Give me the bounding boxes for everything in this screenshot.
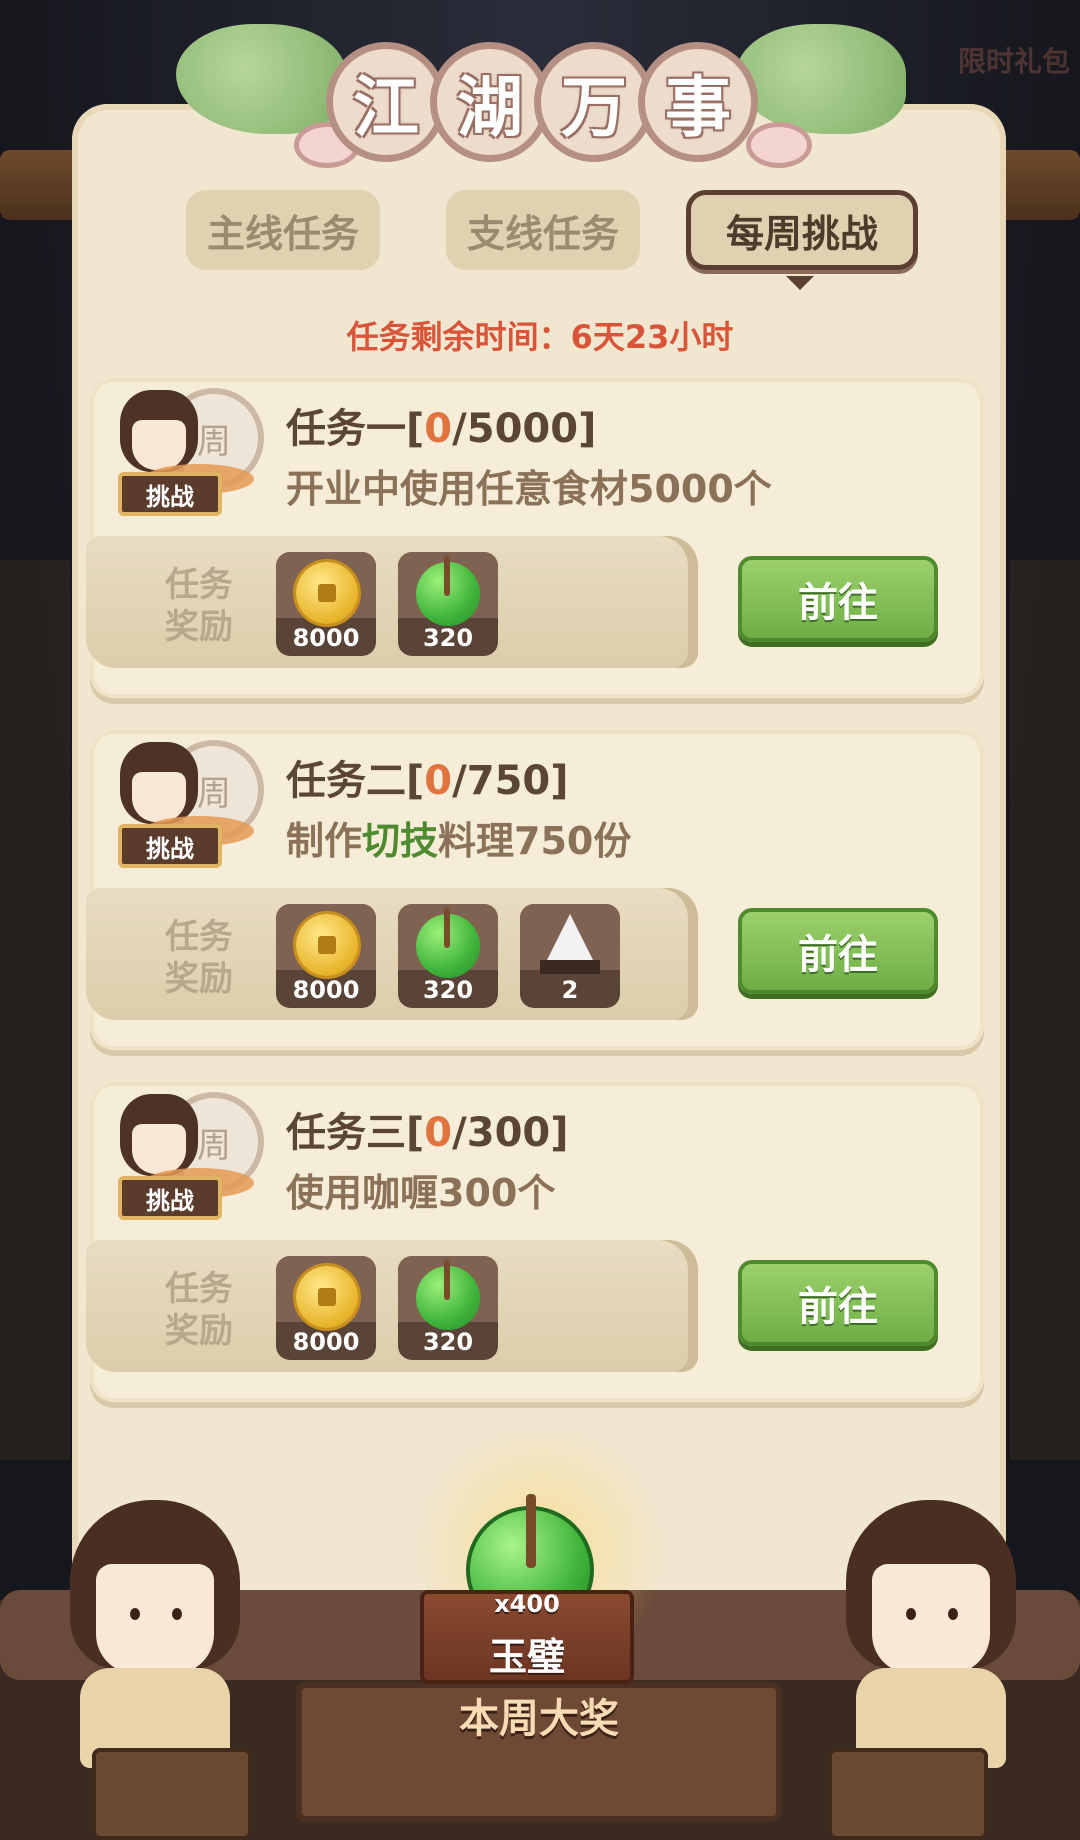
- tab-side-quests[interactable]: 支线任务: [446, 190, 640, 270]
- task-description: 开业中使用任意食材5000个: [286, 458, 772, 513]
- reward-amount: 320: [422, 624, 474, 652]
- task-description: 使用咖喱300个: [286, 1162, 555, 1217]
- reward-amount: 320: [422, 976, 474, 1004]
- task-card: 周 挑战 任务三[0/300] 使用咖喱300个 任务奖励 8000 320 前…: [86, 1082, 984, 1402]
- reward-amount: 320: [422, 1328, 474, 1356]
- coin-icon: [296, 914, 358, 976]
- girl-face: [132, 1124, 186, 1174]
- stool: [828, 1748, 988, 1840]
- swirl-decoration-icon: [746, 122, 812, 168]
- title-char: 湖: [430, 42, 550, 162]
- disc-char: 周: [197, 773, 231, 814]
- title-prefix: 任务三[: [286, 1110, 425, 1156]
- challenge-avatar: 周 挑战: [104, 378, 264, 518]
- reward-item[interactable]: 320: [398, 1256, 498, 1360]
- reward-label: 任务奖励: [165, 1269, 233, 1351]
- task-title: 任务二[0/750]: [286, 748, 569, 806]
- limited-gift-button[interactable]: 限时礼包: [954, 40, 1074, 100]
- task-title: 任务一[0/5000]: [286, 396, 596, 454]
- title-plaque: 江 湖 万 事: [176, 14, 906, 168]
- title-prefix: 任务二[: [286, 758, 425, 804]
- desc-text-end: 料理750份: [438, 819, 632, 863]
- task-card: 周 挑战 任务二[0/750] 制作切技料理750份 任务奖励 8000 320…: [86, 730, 984, 1050]
- background-stripe: [1010, 560, 1080, 1460]
- reward-scroll: 任务奖励: [86, 1240, 698, 1372]
- task-description: 制作切技料理750份: [286, 810, 631, 865]
- task-card: 周 挑战 任务一[0/5000] 开业中使用任意食材5000个 任务奖励 800…: [86, 378, 984, 698]
- tab-main-quests[interactable]: 主线任务: [186, 190, 380, 270]
- title-char: 江: [326, 42, 446, 162]
- leaf-decoration-icon: [736, 24, 906, 134]
- background-stripe: [0, 560, 70, 1460]
- title-suffix: /5000]: [452, 406, 597, 452]
- reward-amount: 8000: [292, 624, 360, 652]
- reward-amount: 8000: [292, 976, 360, 1004]
- jade-icon: [416, 1260, 480, 1330]
- desc-text: 开业中使用任意食材5000个: [286, 467, 772, 511]
- reward-scroll: 任务奖励: [86, 536, 698, 668]
- disc-char: 周: [197, 421, 231, 462]
- title-char: 万: [534, 42, 654, 162]
- girl-face: [132, 772, 186, 822]
- girl-face: [132, 420, 186, 470]
- title-suffix: /300]: [452, 1110, 569, 1156]
- remaining-time: 任务剩余时间：6天23小时: [346, 318, 734, 356]
- task-title: 任务三[0/300]: [286, 1100, 569, 1158]
- progress-current: 0: [424, 758, 453, 804]
- desc-highlight: 切技: [362, 819, 439, 863]
- coin-icon: [296, 562, 358, 624]
- npc-girl-right: [836, 1500, 1026, 1768]
- reward-item[interactable]: 320: [398, 552, 498, 656]
- challenge-avatar: 周 挑战: [104, 730, 264, 870]
- desc-text: 使用咖喱300个: [286, 1171, 556, 1215]
- reward-item[interactable]: 320: [398, 904, 498, 1008]
- jade-icon: [416, 556, 480, 626]
- challenge-badge: 挑战: [118, 472, 222, 516]
- title-char: 事: [638, 42, 758, 162]
- progress-current: 0: [424, 406, 453, 452]
- progress-current: 0: [424, 1110, 453, 1156]
- challenge-avatar: 周 挑战: [104, 1082, 264, 1222]
- tab-weekly-challenge[interactable]: 每周挑战: [686, 190, 918, 270]
- desc-text: 制作: [286, 819, 363, 863]
- npc-girl-left: [60, 1500, 250, 1768]
- coin-icon: [296, 1266, 358, 1328]
- reward-label: 任务奖励: [165, 917, 233, 999]
- weekly-grand-prize-label: 本周大奖: [459, 1696, 619, 1742]
- stool: [92, 1748, 252, 1840]
- reward-item[interactable]: 8000: [276, 552, 376, 656]
- disc-char: 周: [197, 1125, 231, 1166]
- prize-quantity: x400: [494, 1590, 560, 1618]
- challenge-badge: 挑战: [118, 824, 222, 868]
- reward-amount: 8000: [292, 1328, 360, 1356]
- go-button[interactable]: 前往: [738, 556, 938, 642]
- title-prefix: 任务一[: [286, 406, 425, 452]
- reward-amount: 2: [561, 976, 579, 1004]
- go-button[interactable]: 前往: [738, 1260, 938, 1346]
- tab-indicator: [786, 276, 814, 290]
- go-button[interactable]: 前往: [738, 908, 938, 994]
- title-suffix: /750]: [452, 758, 569, 804]
- reward-item[interactable]: 8000: [276, 1256, 376, 1360]
- reward-label: 任务奖励: [165, 565, 233, 647]
- reward-item[interactable]: 8000: [276, 904, 376, 1008]
- prize-name: 玉璧: [488, 1635, 565, 1679]
- jade-icon: [416, 908, 480, 978]
- reward-item[interactable]: 2: [520, 904, 620, 1008]
- challenge-badge: 挑战: [118, 1176, 222, 1220]
